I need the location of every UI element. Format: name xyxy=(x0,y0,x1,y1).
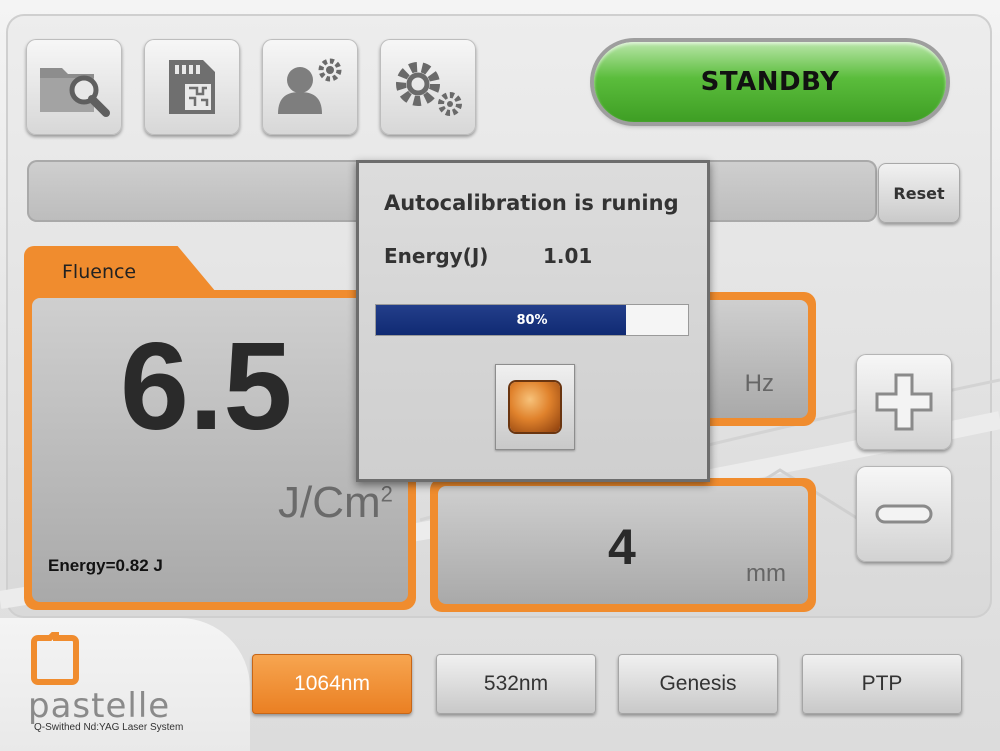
user-settings-button[interactable] xyxy=(262,39,358,135)
user-settings-icon xyxy=(278,58,342,114)
pastelle-logo-icon xyxy=(31,632,79,685)
system-settings-button[interactable] xyxy=(380,39,476,135)
energy-readout: Energy=0.82 J xyxy=(48,556,163,575)
progress-label: 80% xyxy=(516,312,548,328)
calibration-progress-bar: 80% xyxy=(375,304,689,336)
frequency-unit: Hz xyxy=(744,370,774,397)
mode-ptp-button[interactable]: PTP xyxy=(802,654,962,714)
mode-1064nm-button[interactable]: 1064nm xyxy=(252,654,412,714)
dialog-energy-label: Energy(J) xyxy=(384,244,489,268)
mode-genesis-button[interactable]: Genesis xyxy=(618,654,778,714)
fluence-unit-exponent: 2 xyxy=(380,481,393,507)
spot-size-unit: mm xyxy=(746,560,786,587)
plus-icon xyxy=(875,373,933,431)
stop-calibration-button[interactable] xyxy=(495,364,575,450)
spot-size-panel[interactable]: 4 mm xyxy=(430,478,816,612)
minus-icon xyxy=(875,504,933,524)
fluence-unit: J/Cm2 xyxy=(278,478,393,528)
fluence-value: 6.5 xyxy=(120,318,293,456)
gear-settings-icon xyxy=(396,62,462,116)
spot-size-value: 4 xyxy=(608,519,636,575)
sd-card-icon xyxy=(169,60,215,114)
file-search-button[interactable] xyxy=(26,39,122,135)
spot-size-display: 4 mm xyxy=(438,486,808,604)
memory-card-button[interactable] xyxy=(144,39,240,135)
increase-button[interactable] xyxy=(856,354,952,450)
fluence-tab-label: Fluence xyxy=(62,261,137,283)
autocalibration-dialog: Autocalibration is runing Energy(J) 1.01… xyxy=(356,160,710,482)
standby-button[interactable]: STANDBY xyxy=(594,42,946,122)
fluence-unit-text: J/Cm xyxy=(278,478,381,527)
dialog-title: Autocalibration is runing xyxy=(384,191,679,215)
mode-532nm-button[interactable]: 532nm xyxy=(436,654,596,714)
reset-button[interactable]: Reset xyxy=(878,163,960,223)
fluence-display: 6.5 J/Cm2 Energy=0.82 J xyxy=(32,298,408,602)
dialog-energy-value: 1.01 xyxy=(543,244,593,268)
brand-subtitle: Q-Swithed Nd:YAG Laser System xyxy=(34,722,184,733)
decrease-button[interactable] xyxy=(856,466,952,562)
stop-icon xyxy=(510,382,560,432)
folder-search-icon xyxy=(40,68,110,117)
brand-name: pastelle xyxy=(28,686,171,726)
